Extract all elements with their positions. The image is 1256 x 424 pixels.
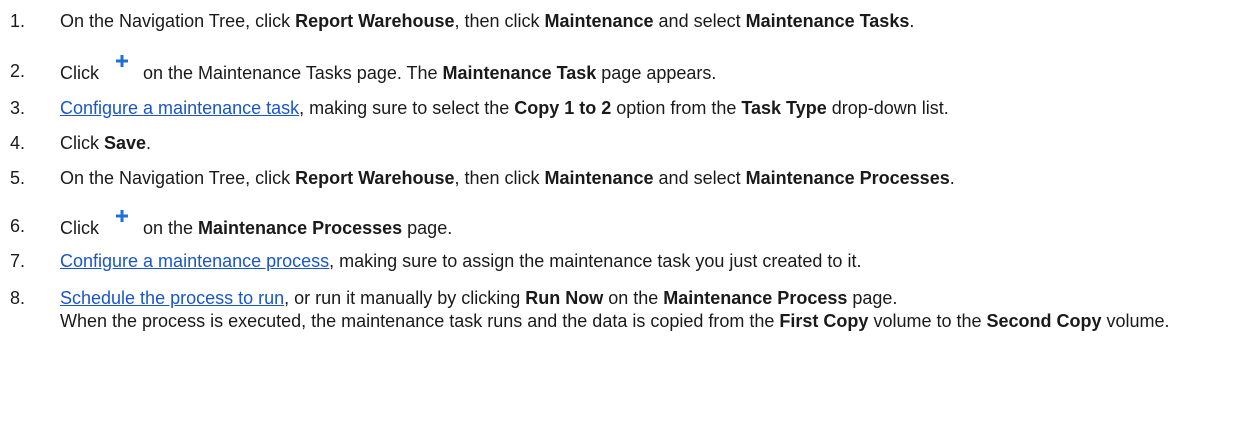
ui-term-report-warehouse: Report Warehouse — [295, 11, 455, 31]
step-text-run: When the process is executed, the mainte… — [60, 311, 780, 331]
add-plus-icon — [108, 55, 134, 82]
configure-a-maintenance-task-link[interactable]: Configure a maintenance task — [60, 98, 299, 118]
ui-term-maintenance-processes: Maintenance Processes — [198, 218, 403, 238]
step-text-run: option from the — [611, 98, 742, 118]
ui-term-first-copy: First Copy — [779, 311, 869, 331]
step-text: Click on the Maintenance Tasks page. The… — [60, 55, 1250, 85]
step-number: 6. — [10, 216, 26, 236]
configure-a-maintenance-process-link[interactable]: Configure a maintenance process — [60, 251, 329, 271]
step-text-run: page. — [847, 288, 898, 308]
step-number: 4. — [10, 133, 26, 153]
step-text-run: volume to the — [868, 311, 987, 331]
ui-term-report-warehouse: Report Warehouse — [295, 168, 455, 188]
step-number: 5. — [10, 168, 26, 188]
step-text-run: on the Maintenance Tasks page. The — [138, 63, 443, 83]
step-text-run: . — [949, 168, 955, 188]
ui-term-maintenance-tasks: Maintenance Tasks — [745, 11, 910, 31]
step-text-run: , then click — [454, 11, 545, 31]
step-text: Click on the Maintenance Processes page. — [60, 210, 1250, 240]
step-text-run: drop-down list. — [826, 98, 949, 118]
ui-term-maintenance: Maintenance — [544, 168, 654, 188]
step-text-run: Click — [60, 133, 104, 153]
ui-term-task-type: Task Type — [741, 98, 827, 118]
step-text-run: , making sure to select the — [299, 98, 515, 118]
ui-term-run-now: Run Now — [525, 288, 604, 308]
step-text-run: , then click — [454, 168, 545, 188]
step-text-run: On the Navigation Tree, click — [60, 11, 296, 31]
step-number: 3. — [10, 98, 26, 118]
schedule-the-process-to-run-link[interactable]: Schedule the process to run — [60, 288, 284, 308]
ui-term-maintenance: Maintenance — [544, 11, 654, 31]
step-text-run: . — [146, 133, 152, 153]
step-text-run: page. — [402, 218, 453, 238]
ui-term-second-copy: Second Copy — [986, 311, 1102, 331]
step-text: On the Navigation Tree, click Report War… — [60, 10, 1250, 33]
step-text: Configure a maintenance process, making … — [60, 250, 1250, 273]
ui-term-save: Save — [104, 133, 147, 153]
step-text-run: , making sure to assign the maintenance … — [329, 251, 862, 271]
step-text: Click Save. — [60, 132, 1250, 155]
step-text-run: Click — [60, 218, 104, 238]
step-text-run: on the — [603, 288, 664, 308]
add-plus-icon — [108, 210, 134, 237]
step-text-run: and select — [653, 11, 746, 31]
step-text-run: page appears. — [596, 63, 717, 83]
step-text-run: . — [909, 11, 915, 31]
step-text-run: , or run it manually by clicking — [284, 288, 526, 308]
step-text-run: volume. — [1101, 311, 1170, 331]
step-text-run: Click — [60, 63, 104, 83]
ui-term-maintenance-processes: Maintenance Processes — [745, 168, 950, 188]
ui-term-maintenance-task: Maintenance Task — [442, 63, 597, 83]
step-text: Schedule the process to run, or run it m… — [60, 287, 1250, 333]
ui-term-copy-1-to-2: Copy 1 to 2 — [514, 98, 612, 118]
step-text-run: On the Navigation Tree, click — [60, 168, 296, 188]
ui-term-maintenance-process: Maintenance Process — [663, 288, 848, 308]
step-text: On the Navigation Tree, click Report War… — [60, 167, 1250, 190]
step-number: 2. — [10, 61, 26, 81]
step-number: 7. — [10, 251, 26, 271]
step-text-run: and select — [653, 168, 746, 188]
step-text-run: on the — [138, 218, 199, 238]
step-text: Configure a maintenance task, making sur… — [60, 97, 1250, 120]
step-number: 1. — [10, 11, 26, 31]
step-number: 8. — [10, 288, 26, 308]
